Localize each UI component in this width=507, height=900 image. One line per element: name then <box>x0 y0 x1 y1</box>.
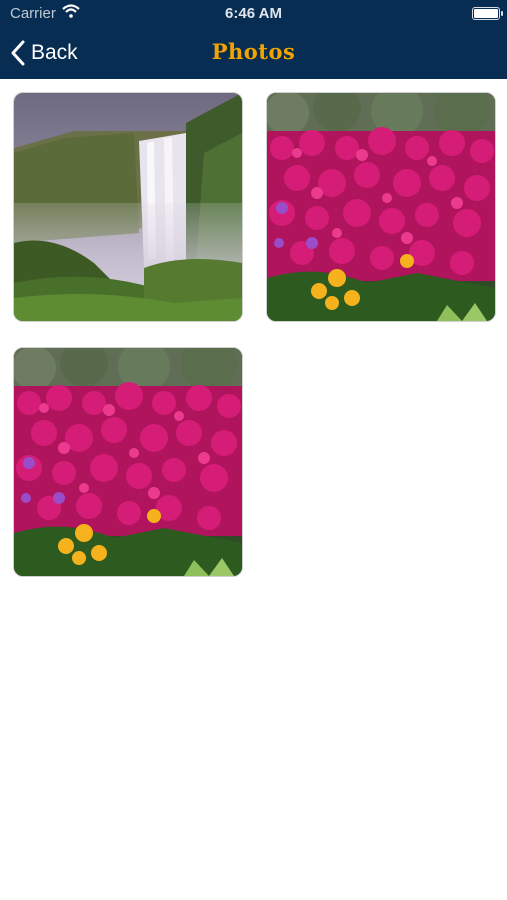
flowers-image <box>14 348 242 576</box>
battery-icon <box>472 7 503 20</box>
photo-thumbnail-flowers-1[interactable] <box>266 92 496 322</box>
clock: 6:46 AM <box>225 5 282 22</box>
photo-thumbnail-waterfall[interactable] <box>13 92 243 322</box>
page-title: Photos <box>211 39 296 64</box>
waterfall-image <box>14 93 242 321</box>
navigation-bar: Back Photos <box>0 28 507 79</box>
photo-thumbnail-flowers-2[interactable] <box>13 347 243 577</box>
status-bar: Carrier 6:46 AM <box>0 0 507 28</box>
flowers-image <box>267 93 495 321</box>
header: Carrier 6:46 AM Back Photos <box>0 0 507 79</box>
